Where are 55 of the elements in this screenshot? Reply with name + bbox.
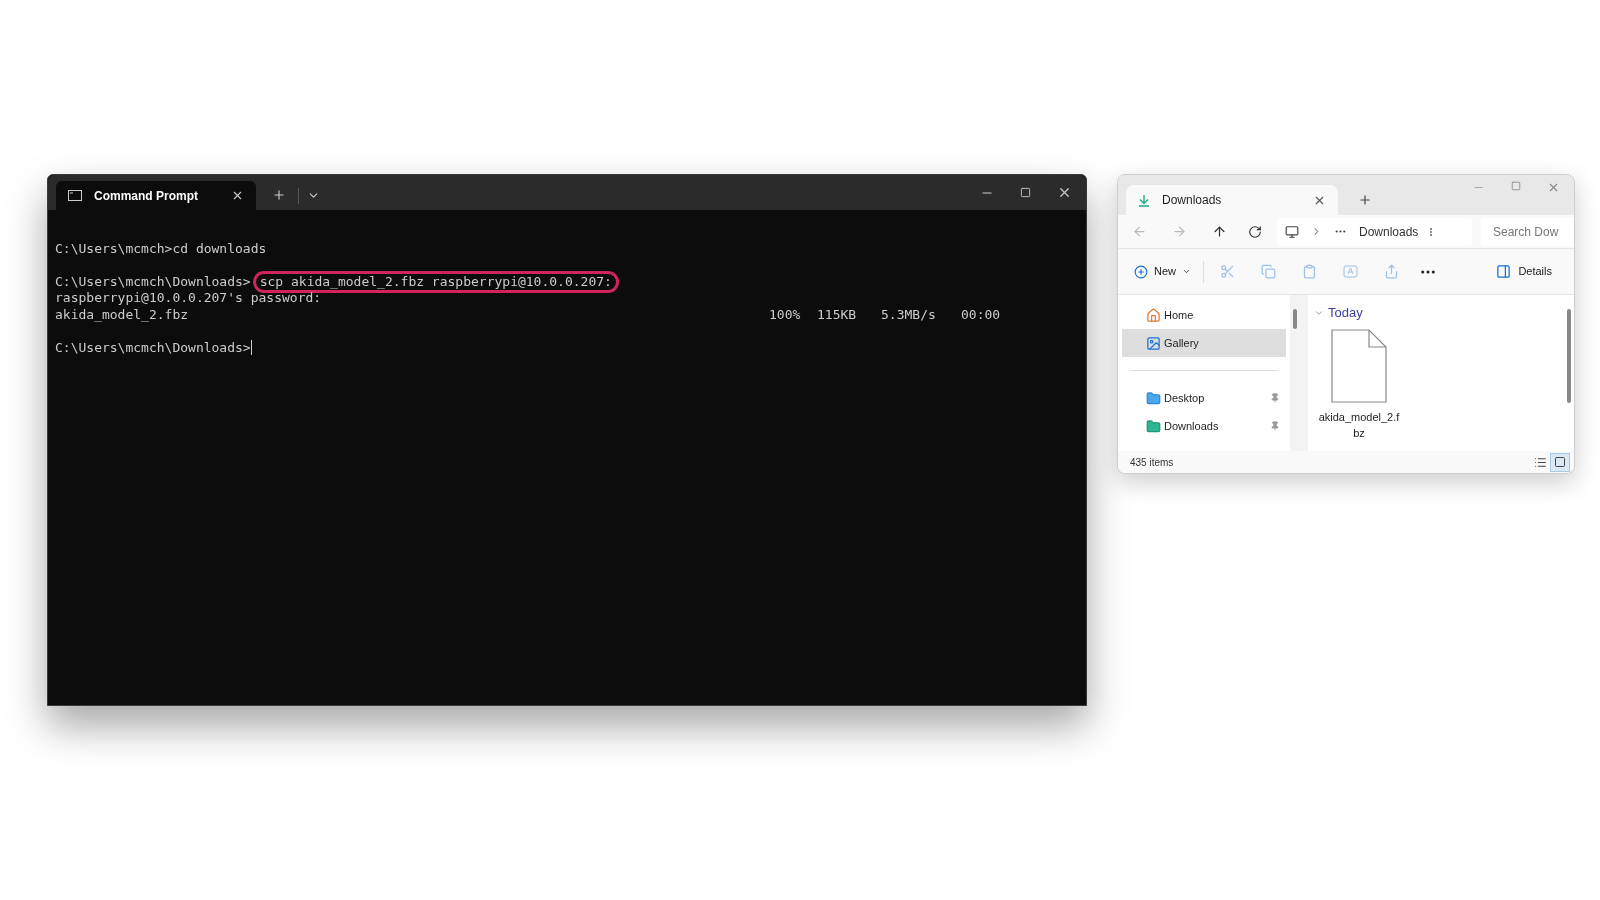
plus-icon bbox=[1134, 264, 1148, 279]
group-header[interactable]: Today bbox=[1314, 303, 1564, 323]
sidebar-item[interactable]: Desktop bbox=[1122, 384, 1286, 412]
explorer-tab[interactable]: Downloads bbox=[1126, 185, 1338, 215]
separator-icon bbox=[1430, 227, 1433, 236]
paste-icon[interactable] bbox=[1302, 264, 1317, 279]
command-prompt: C:\Users\mcmch\Downloads> bbox=[55, 273, 251, 290]
rename-icon[interactable] bbox=[1343, 264, 1358, 279]
terminal-tab[interactable]: Command Prompt bbox=[56, 181, 256, 210]
cut-icon[interactable] bbox=[1220, 264, 1235, 279]
scrollbar-thumb[interactable] bbox=[1567, 309, 1571, 403]
new-tab-icon[interactable] bbox=[272, 188, 286, 202]
refresh-icon[interactable] bbox=[1248, 224, 1262, 239]
folder-icon bbox=[1146, 418, 1161, 434]
share-icon[interactable] bbox=[1384, 264, 1399, 279]
copy-icon[interactable] bbox=[1261, 264, 1276, 279]
sidebar-item[interactable]: Home bbox=[1122, 301, 1286, 329]
view-toggle[interactable] bbox=[1550, 452, 1570, 472]
speed-text: 5.3MB/s bbox=[881, 306, 937, 323]
square-icon bbox=[1554, 456, 1566, 468]
item-count: 435 items bbox=[1130, 455, 1175, 470]
new-button[interactable]: New bbox=[1134, 263, 1191, 280]
forward-icon[interactable] bbox=[1172, 224, 1187, 239]
address-bar[interactable]: Downloads bbox=[1277, 217, 1472, 246]
monitor-icon bbox=[1285, 224, 1299, 239]
terminal-line: C:\Users\mcmch>cd downloads bbox=[55, 240, 267, 256]
terminal-line: raspberrypi@10.0.0.207's password: bbox=[55, 290, 322, 305]
sidebar-item[interactable]: Downloads bbox=[1122, 412, 1286, 440]
percent-text: 100% bbox=[769, 306, 802, 323]
command-prompt: C:\Users\mcmch\Downloads> bbox=[55, 339, 251, 356]
scrollbar-thumb[interactable] bbox=[1293, 309, 1297, 329]
close-icon[interactable] bbox=[1057, 185, 1072, 200]
new-tab-icon[interactable] bbox=[1358, 193, 1372, 207]
back-icon[interactable] bbox=[1132, 224, 1147, 239]
file-icon bbox=[1331, 328, 1387, 403]
folder-icon bbox=[1146, 390, 1161, 406]
time-text: 00:00 bbox=[961, 306, 1001, 323]
file-name: akida_model_2.fbz bbox=[55, 306, 190, 323]
list-icon bbox=[1533, 455, 1547, 469]
up-icon[interactable] bbox=[1212, 224, 1227, 239]
console-icon bbox=[68, 190, 82, 201]
close-tab-icon[interactable] bbox=[231, 189, 244, 202]
file-tile[interactable]: akida_model_2.fbz bbox=[1314, 328, 1404, 441]
details-pane-icon bbox=[1496, 264, 1512, 279]
sidebar-item[interactable]: Gallery bbox=[1122, 329, 1286, 357]
caret-icon bbox=[1182, 267, 1191, 276]
details-button[interactable]: Details bbox=[1496, 263, 1552, 280]
size-text: 115KB bbox=[817, 306, 858, 323]
file-name: akida_model_2.fbz bbox=[1318, 409, 1400, 441]
home-icon bbox=[1146, 307, 1161, 323]
command-text: scp akida_model_2.fbz raspberrypi@10.0.0.207: bbox=[252, 270, 619, 293]
maximize-icon[interactable] bbox=[1020, 187, 1031, 198]
search-field[interactable]: Search Dow bbox=[1481, 217, 1574, 246]
picture-icon bbox=[1146, 335, 1161, 351]
download-icon bbox=[1138, 193, 1150, 207]
